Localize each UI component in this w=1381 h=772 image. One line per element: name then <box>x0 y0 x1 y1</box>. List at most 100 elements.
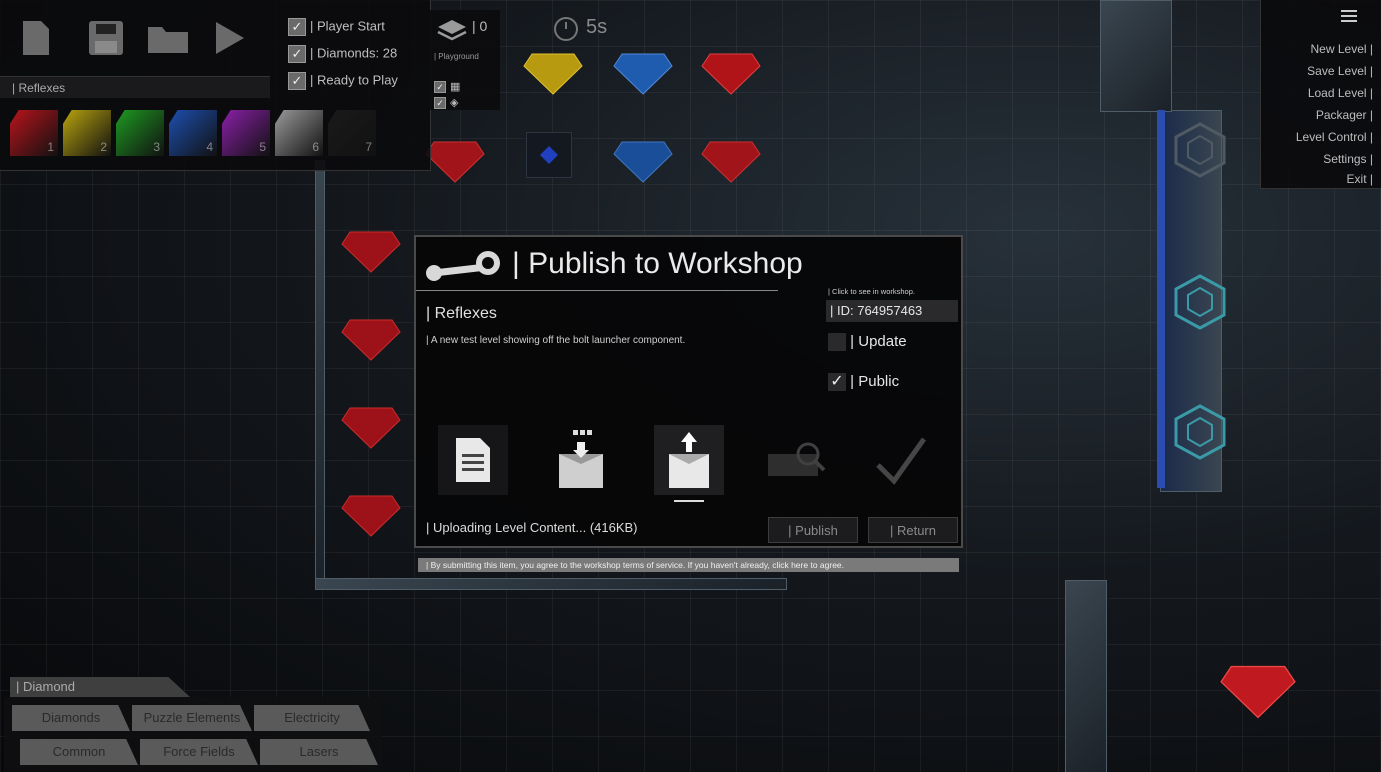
hamburger-icon[interactable] <box>1341 10 1357 22</box>
upload-progress-underline <box>674 500 704 502</box>
open-folder-button[interactable] <box>144 14 192 62</box>
color-slot-7[interactable]: 7 <box>328 110 376 156</box>
grid-icon: ▦ <box>450 81 461 93</box>
workshop-link-hint: | Click to see in workshop. <box>828 287 915 296</box>
timer-value: 5s <box>586 16 608 38</box>
floppy-icon <box>89 21 123 55</box>
gem-yellow <box>522 52 584 96</box>
check-diamonds: ✓ | Diamonds: 28 <box>288 45 397 63</box>
stopwatch-icon <box>554 17 578 41</box>
color-slot-5[interactable]: 5 <box>222 110 270 156</box>
gem-blue <box>612 140 674 184</box>
check-label: | Ready to Play <box>310 72 398 88</box>
checkbox[interactable]: ✓ <box>434 97 446 110</box>
category-common[interactable]: Common <box>20 739 138 765</box>
category-label: | Diamond <box>10 677 190 697</box>
search-grid-icon <box>768 442 826 476</box>
blue-barrier <box>1157 110 1165 488</box>
step-package <box>546 425 616 495</box>
title-divider <box>416 290 778 291</box>
file-icon <box>23 21 49 55</box>
step-review <box>762 425 832 495</box>
step-document <box>438 425 508 495</box>
color-slot-number: 2 <box>100 140 107 154</box>
check-label: | Diamonds: 28 <box>310 45 398 61</box>
category-puzzle-elements[interactable]: Puzzle Elements <box>132 705 252 731</box>
gem-red <box>340 318 402 362</box>
timer: 5s <box>552 14 607 47</box>
hex-pad <box>1174 274 1226 330</box>
color-slot-4[interactable]: 4 <box>169 110 217 156</box>
check-player-start: ✓ | Player Start <box>288 18 385 36</box>
category-diamonds[interactable]: Diamonds <box>12 705 130 731</box>
publish-button[interactable]: | Publish <box>768 517 858 543</box>
workshop-id[interactable]: | ID: 764957463 <box>826 300 958 322</box>
menu-level-control[interactable]: Level Control | <box>1296 130 1373 144</box>
save-button[interactable] <box>82 14 130 62</box>
checkbox[interactable]: ✓ <box>288 72 306 90</box>
menu-load-level[interactable]: Load Level | <box>1308 86 1373 100</box>
layer-panel: | 0 | Playground ✓ ▦ ✓ ◈ <box>430 10 500 110</box>
main-menu: New Level | Save Level | Load Level | Pa… <box>1260 0 1381 189</box>
color-slot-2[interactable]: 2 <box>63 110 111 156</box>
color-slot-3[interactable]: 3 <box>116 110 164 156</box>
dialog-title: | Publish to Workshop <box>512 247 803 280</box>
hex-pad <box>1174 122 1226 178</box>
public-option: ✓ | Public <box>828 373 900 392</box>
check-label: | Player Start <box>310 18 385 34</box>
update-checkbox[interactable] <box>828 333 846 352</box>
eye-toggle[interactable]: ✓ ◈ <box>434 96 458 110</box>
checkbox[interactable]: ✓ <box>434 81 446 94</box>
level-wall <box>1065 580 1107 772</box>
level-editor-viewport[interactable]: ✓ | Player Start ✓ | Diamonds: 28 ✓ | Ready… <box>0 0 1381 772</box>
hex-pad <box>1174 404 1226 460</box>
gem-blue <box>612 52 674 96</box>
step-upload <box>654 425 724 495</box>
update-option: | Update <box>828 333 907 352</box>
checkbox[interactable]: ✓ <box>288 18 306 36</box>
public-label: | Public <box>850 373 900 390</box>
gem-red <box>700 52 762 96</box>
level-wall <box>1100 0 1172 112</box>
layer-name: | Playground <box>434 52 479 61</box>
level-wall <box>315 160 325 582</box>
gem-red <box>340 494 402 538</box>
color-slot-number: 7 <box>365 140 372 154</box>
grid-toggle[interactable]: ✓ ▦ <box>434 80 461 94</box>
play-icon <box>216 22 244 54</box>
color-slot-number: 5 <box>259 140 266 154</box>
color-slot-number: 6 <box>312 140 319 154</box>
category-electricity[interactable]: Electricity <box>254 705 370 731</box>
public-checkbox[interactable]: ✓ <box>828 373 846 392</box>
return-button[interactable]: | Return <box>868 517 958 543</box>
color-slot-1[interactable]: 1 <box>10 110 58 156</box>
update-label: | Update <box>850 333 907 350</box>
document-icon <box>456 438 490 482</box>
new-file-button[interactable] <box>12 14 60 62</box>
level-title: | Reflexes <box>426 305 497 322</box>
gem-red <box>1218 664 1298 720</box>
menu-packager[interactable]: Packager | <box>1316 108 1373 122</box>
menu-new-level[interactable]: New Level | <box>1311 42 1373 56</box>
steam-icon <box>426 251 500 281</box>
menu-settings[interactable]: Settings | <box>1323 152 1373 166</box>
package-icon <box>559 430 603 488</box>
color-slot-6[interactable]: 6 <box>275 110 323 156</box>
category-force-fields[interactable]: Force Fields <box>140 739 258 765</box>
step-complete <box>866 425 936 495</box>
layers-icon <box>437 20 467 41</box>
level-description: | A new test level showing off the bolt … <box>426 335 686 346</box>
menu-save-level[interactable]: Save Level | <box>1307 64 1373 78</box>
layer-count: | 0 <box>472 18 488 34</box>
terms-agreement-link[interactable]: | By submitting this item, you agree to … <box>418 558 959 572</box>
menu-exit[interactable]: Exit | <box>1347 172 1373 186</box>
category-lasers[interactable]: Lasers <box>260 739 378 765</box>
checkbox[interactable]: ✓ <box>288 45 306 63</box>
play-button[interactable] <box>206 14 254 62</box>
gem-red <box>340 230 402 274</box>
folder-icon <box>148 27 188 53</box>
gem-red <box>700 140 762 184</box>
checkmark-icon <box>876 437 927 485</box>
color-slot-number: 3 <box>153 140 160 154</box>
upload-box-icon <box>669 432 709 488</box>
